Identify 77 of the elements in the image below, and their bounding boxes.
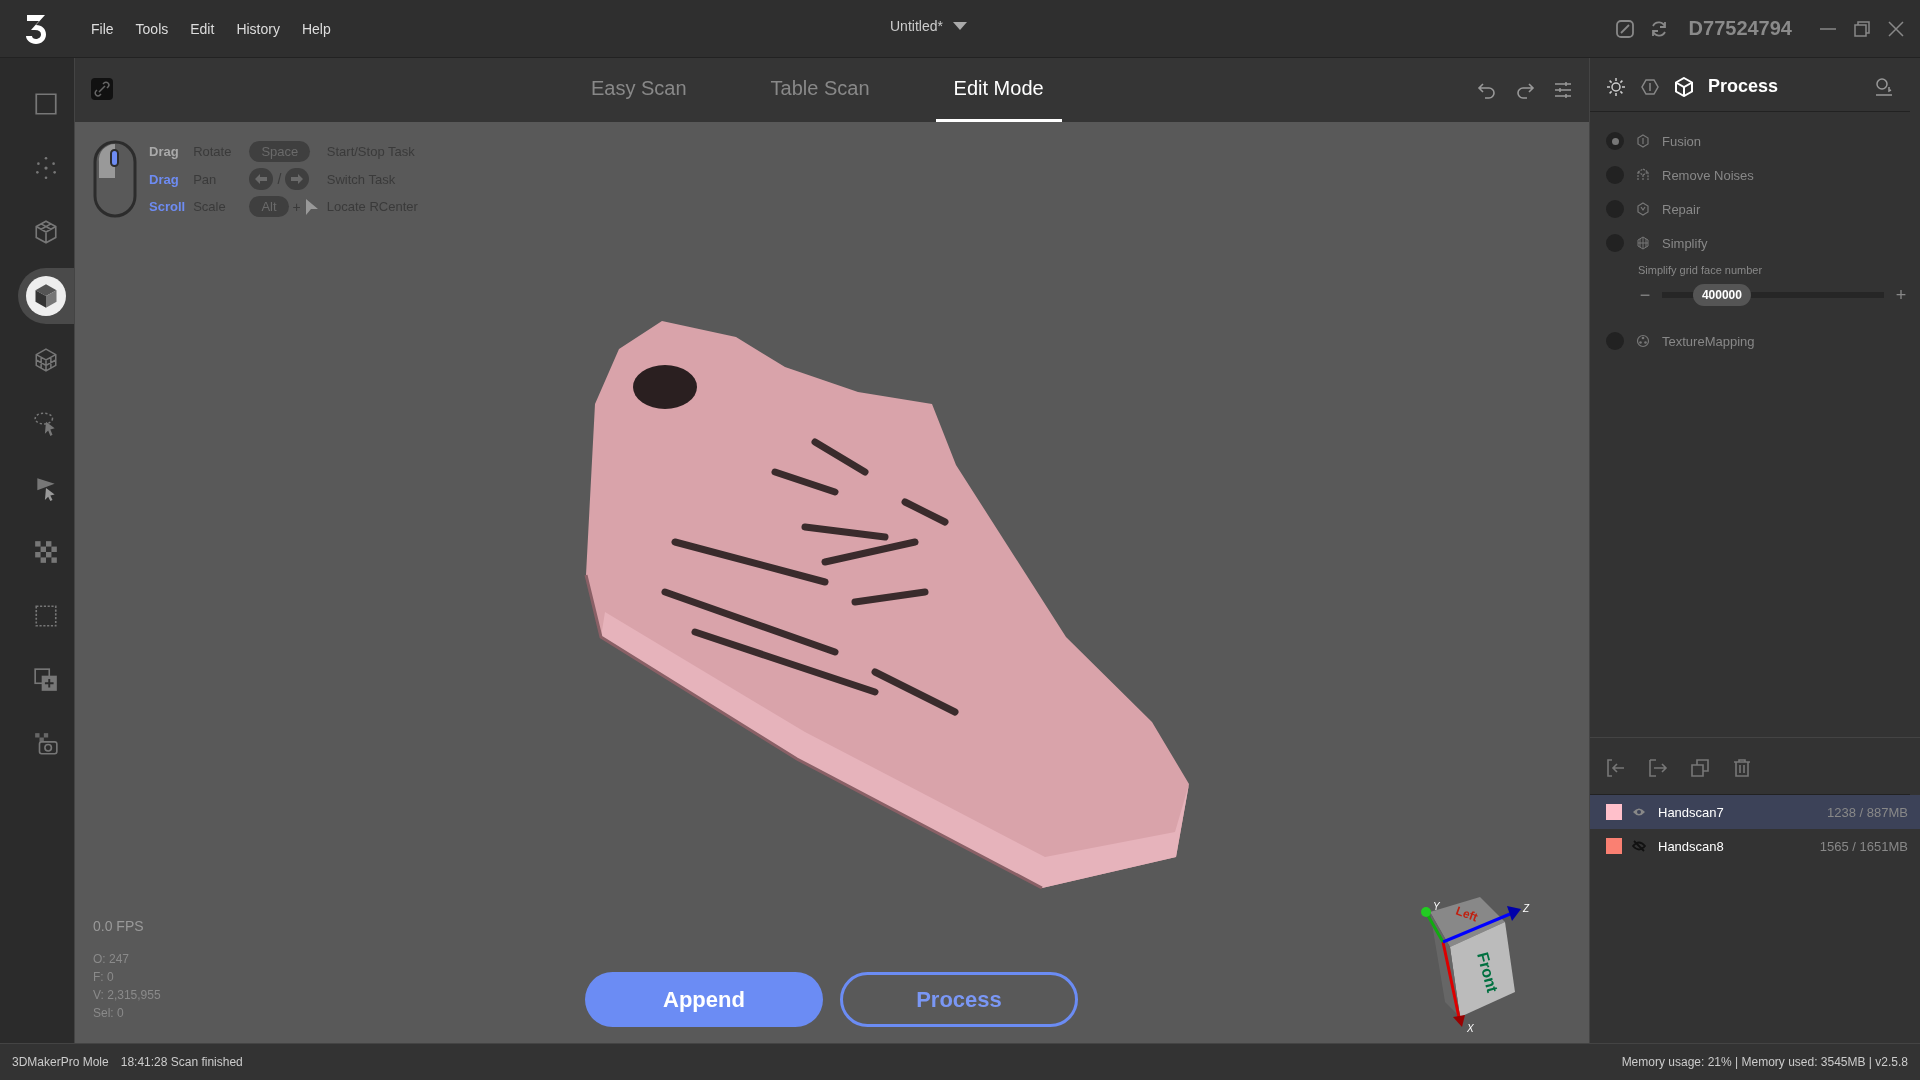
mouse-action: Drag bbox=[149, 171, 180, 187]
cube-face-label: Front bbox=[1474, 950, 1502, 995]
dashed-cube-icon bbox=[1636, 168, 1650, 182]
increase-button[interactable]: + bbox=[1894, 284, 1908, 306]
menu-item[interactable]: Edit bbox=[179, 16, 226, 41]
close-icon[interactable] bbox=[1886, 18, 1906, 39]
process-step[interactable]: Remove Noises bbox=[1662, 167, 1754, 183]
process-step[interactable]: Simplify bbox=[1662, 235, 1708, 251]
layer-size: 1565 / 1651MB bbox=[1819, 838, 1908, 854]
add-layer-icon bbox=[33, 667, 59, 693]
menu-item[interactable]: Help bbox=[290, 16, 342, 41]
axis-label: Z bbox=[1523, 903, 1530, 914]
menu-icon[interactable] bbox=[1553, 80, 1573, 100]
hexagon-icon bbox=[1636, 202, 1650, 216]
status-message: 18:41:28 Scan finished bbox=[120, 1055, 243, 1069]
maximize-icon[interactable] bbox=[1852, 18, 1872, 39]
slider-track[interactable]: 400000 bbox=[1662, 282, 1884, 308]
left-arrow-key-icon bbox=[249, 168, 274, 190]
mouse-action: Drag bbox=[149, 144, 180, 159]
link-icon[interactable] bbox=[91, 78, 113, 100]
decrease-button[interactable]: − bbox=[1638, 284, 1652, 306]
process-step[interactable]: TextureMapping bbox=[1662, 333, 1755, 349]
copy-icon[interactable] bbox=[1690, 758, 1710, 778]
mouse-icon bbox=[93, 140, 137, 218]
sun-icon[interactable] bbox=[1606, 76, 1626, 97]
undo-icon[interactable] bbox=[1477, 80, 1497, 100]
device-name: 3DMakerPro Mole bbox=[12, 1055, 109, 1069]
tool-button[interactable] bbox=[18, 268, 74, 324]
trash-icon[interactable] bbox=[1732, 758, 1752, 778]
cube-face-label: Left bbox=[1453, 903, 1480, 925]
document-title[interactable]: Untitled* bbox=[890, 18, 943, 34]
layer-row[interactable]: Handscan8 1565 / 1651MB bbox=[1590, 829, 1920, 863]
hexagon-icon bbox=[1636, 134, 1650, 148]
fps-counter: 0.0 FPS bbox=[93, 918, 144, 934]
separator-label: / bbox=[277, 171, 282, 187]
cube-icon bbox=[1674, 76, 1694, 97]
radio-button[interactable] bbox=[1606, 132, 1624, 150]
mouse-action: Scroll bbox=[149, 199, 186, 214]
memory-usage: Memory usage: 21% | Memory used: 3545MB | v2.5.8 bbox=[1621, 1055, 1908, 1069]
slider-label: Simplify grid face number bbox=[1638, 264, 1764, 276]
mesh-hexagon-icon bbox=[1636, 236, 1650, 250]
mesh-cube-icon bbox=[33, 347, 59, 373]
share-icon[interactable] bbox=[1614, 18, 1635, 39]
layer-name: Handscan7 bbox=[1658, 804, 1724, 820]
menu-item[interactable]: File bbox=[80, 16, 125, 41]
device-id: D77524794 bbox=[1688, 17, 1792, 40]
frame-icon bbox=[33, 91, 59, 117]
dots-icon bbox=[33, 155, 59, 181]
panel-title: Process bbox=[1708, 76, 1779, 97]
redo-icon[interactable] bbox=[1515, 80, 1535, 100]
texture-icon bbox=[1636, 334, 1650, 348]
layer-row[interactable]: Handscan7 1238 / 887MB bbox=[1590, 795, 1920, 829]
hexagon-icon[interactable] bbox=[1640, 76, 1660, 97]
slider-thumb[interactable]: 400000 bbox=[1692, 284, 1751, 306]
dropdown-caret-icon[interactable] bbox=[952, 22, 967, 30]
cube-icon bbox=[26, 276, 66, 316]
wireframe-cube-icon bbox=[33, 219, 59, 245]
plus-label: + bbox=[292, 198, 301, 215]
export-icon[interactable] bbox=[1648, 758, 1668, 778]
right-arrow-key-icon bbox=[285, 168, 310, 190]
camera-icon bbox=[33, 731, 59, 757]
layer-name: Handscan8 bbox=[1658, 838, 1724, 854]
checkerboard-icon bbox=[33, 539, 59, 565]
menu-item[interactable]: Tools bbox=[124, 16, 180, 41]
view-cube[interactable] bbox=[1430, 897, 1515, 1017]
process-step[interactable]: Fusion bbox=[1662, 133, 1702, 149]
eye-icon[interactable] bbox=[1632, 806, 1646, 818]
process-step[interactable]: Repair bbox=[1662, 201, 1701, 217]
import-icon[interactable] bbox=[1606, 758, 1626, 778]
axis-label: Y bbox=[1433, 901, 1440, 912]
cursor-icon bbox=[304, 198, 319, 215]
mode-tab[interactable]: Table Scan bbox=[752, 58, 888, 122]
dashed-square-icon bbox=[33, 603, 59, 629]
layer-size: 1238 / 887MB bbox=[1827, 804, 1908, 820]
axis-label: X bbox=[1467, 1023, 1474, 1034]
user-icon[interactable] bbox=[1874, 76, 1894, 97]
menu-item[interactable]: History bbox=[225, 16, 291, 41]
